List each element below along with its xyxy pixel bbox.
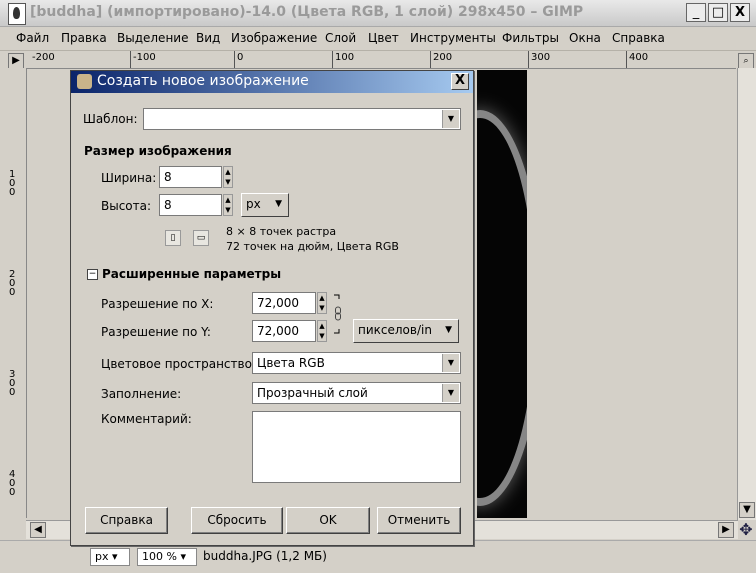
minimize-button[interactable]: _ [686,3,706,22]
unit-value: px [95,550,109,563]
gimp-app-icon [8,3,26,25]
unit-select[interactable]: px ▾ [90,548,130,566]
image-size-heading: Размер изображения [84,144,232,158]
zoom-select[interactable]: 100 % ▾ [137,548,197,566]
image-canvas[interactable] [477,70,527,518]
window-title: [buddha] (импортировано)-14.0 (Цвета RGB… [30,4,584,20]
zoom-corner-icon[interactable]: ⌕ [738,53,754,69]
xres-input[interactable]: 72,000 [252,292,316,314]
scroll-left-icon[interactable]: ◀ [30,522,46,538]
menu-select[interactable]: Выделение [117,31,188,45]
ruler-label: 300 [531,52,551,63]
ok-button[interactable]: OK [286,507,370,534]
menu-layer[interactable]: Слой [325,31,356,45]
vertical-scrollbar[interactable]: ▼ [737,68,756,520]
chevron-down-icon: ▼ [275,199,282,209]
landscape-icon[interactable]: ▭ [193,230,209,246]
vertical-ruler: 1 0 0 2 0 0 3 0 0 4 0 0 [6,68,27,518]
yres-input[interactable]: 72,000 [252,320,316,342]
width-input[interactable]: 8 [159,166,222,188]
zoom-value: 100 % [142,550,177,563]
menu-tools[interactable]: Инструменты [410,31,496,45]
menu-color[interactable]: Цвет [368,31,399,45]
size-unit-select[interactable]: px ▼ [241,193,289,217]
chevron-down-icon: ▼ [442,354,459,372]
height-input[interactable]: 8 [159,194,222,216]
size-info-pixels: 8 × 8 точек растра [226,225,337,238]
horizontal-ruler: -200 -100 0 100 200 300 400 [26,51,736,69]
ruler-label: 4 0 0 [9,469,16,498]
comment-label: Комментарий: [101,412,192,426]
maximize-button[interactable]: □ [708,3,728,22]
dialog-titlebar[interactable]: Создать новое изображение X [71,71,473,93]
ruler-tick [430,51,431,68]
menu-edit[interactable]: Правка [61,31,107,45]
cancel-button[interactable]: Отменить [377,507,461,534]
resolution-unit-select[interactable]: пикселов/in ▼ [353,319,459,343]
ruler-label: -100 [133,52,156,63]
new-image-dialog: Создать новое изображение X Шаблон: ▼ Ра… [70,70,474,546]
status-filename: buddha.JPG (1,2 МБ) [203,549,327,563]
menu-file[interactable]: Файл [16,31,49,45]
width-label: Ширина: [101,171,157,185]
menubar: Файл Правка Выделение Вид Изображение Сл… [0,27,756,51]
colorspace-combo[interactable]: Цвета RGB ▼ [252,352,461,374]
ruler-label: 0 [237,52,244,63]
chevron-down-icon: ▼ [442,384,459,402]
reset-button[interactable]: Сбросить [191,507,283,534]
chain-link-icon[interactable] [333,293,343,335]
gimp-dialog-icon [77,74,92,89]
xres-spinner[interactable]: ▲ ▼ [317,292,327,314]
chevron-down-icon: ▼ [445,325,452,335]
resolution-unit-value: пикселов/in [358,323,432,337]
window-titlebar[interactable]: [buddha] (импортировано)-14.0 (Цвета RGB… [0,0,756,27]
template-label: Шаблон: [83,112,138,126]
ruler-tick [234,51,235,68]
template-combo[interactable]: ▼ [143,108,461,130]
width-spinner[interactable]: ▲ ▼ [223,166,233,188]
close-window-button[interactable]: X [730,3,750,22]
yres-spinner[interactable]: ▲ ▼ [317,320,327,342]
ruler-label: 3 0 0 [9,369,16,398]
ruler-tick [528,51,529,68]
dialog-close-button[interactable]: X [451,73,469,90]
chevron-down-icon: ▼ [442,110,459,128]
menu-windows[interactable]: Окна [569,31,601,45]
buddha-image [477,110,527,506]
ruler-tick [332,51,333,68]
advanced-options-heading[interactable]: Расширенные параметры [102,267,281,281]
yres-label: Разрешение по Y: [101,325,211,339]
colorspace-value: Цвета RGB [257,356,325,370]
fill-label: Заполнение: [101,387,182,401]
ruler-label: -200 [32,52,55,63]
collapse-toggle-icon[interactable]: − [87,269,98,280]
scroll-right-icon[interactable]: ▶ [718,522,734,538]
fill-value: Прозрачный слой [257,386,368,400]
ruler-tick [130,51,131,68]
navigate-icon[interactable]: ✥ [736,520,756,540]
scroll-down-icon[interactable]: ▼ [739,502,755,518]
menu-view[interactable]: Вид [196,31,220,45]
ruler-label: 2 0 0 [9,269,16,298]
height-label: Высота: [101,199,152,213]
ruler-label: 100 [335,52,355,63]
menu-help[interactable]: Справка [612,31,665,45]
ruler-label: 400 [629,52,649,63]
ruler-tick [626,51,627,68]
colorspace-label: Цветовое пространство: [101,357,256,371]
quick-mask-corner[interactable]: ▶ [8,53,24,69]
size-info-resolution: 72 точек на дюйм, Цвета RGB [226,240,399,253]
xres-label: Разрешение по X: [101,297,214,311]
comment-textarea[interactable] [252,411,461,483]
height-spinner[interactable]: ▲ ▼ [223,194,233,216]
size-unit-value: px [246,197,261,211]
menu-image[interactable]: Изображение [231,31,317,45]
portrait-icon[interactable]: ▯ [165,230,181,246]
dialog-title: Создать новое изображение [97,73,309,89]
help-button[interactable]: Справка [85,507,168,534]
ruler-label: 1 0 0 [9,169,16,198]
fill-combo[interactable]: Прозрачный слой ▼ [252,382,461,404]
ruler-label: 200 [433,52,453,63]
menu-filters[interactable]: Фильтры [502,31,559,45]
